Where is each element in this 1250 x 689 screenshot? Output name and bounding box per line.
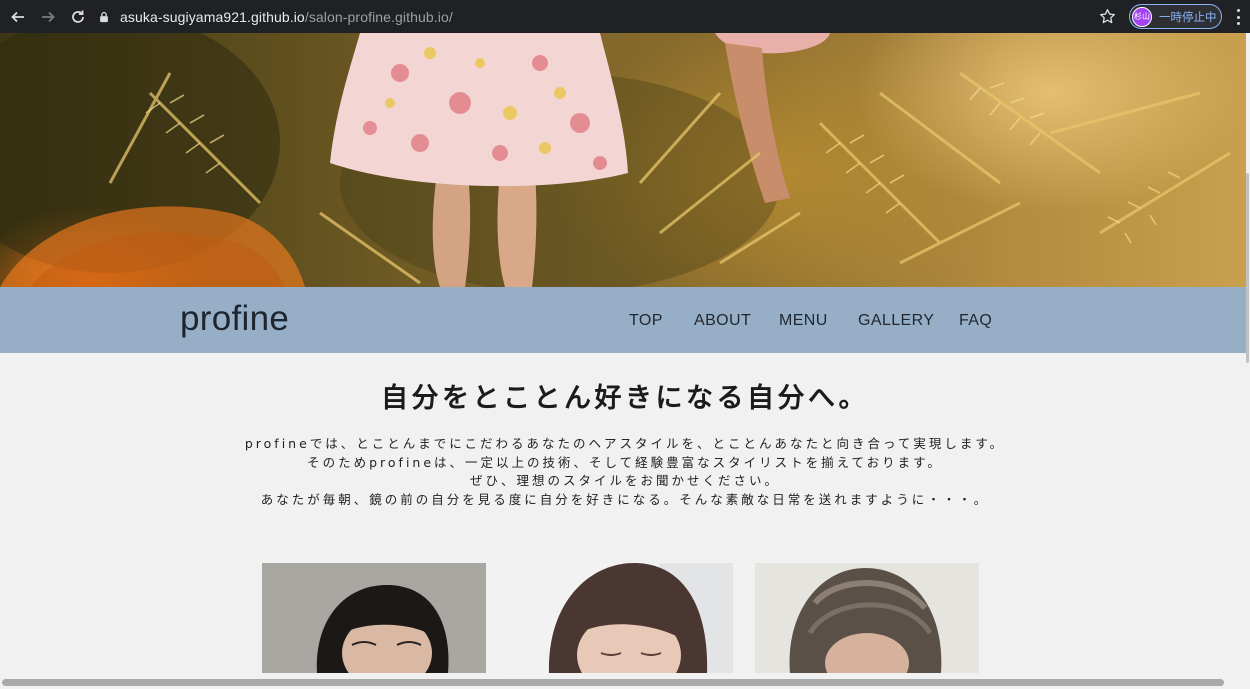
site-logo[interactable]: profine [180, 299, 289, 339]
vertical-scrollbar[interactable] [1246, 33, 1250, 677]
reload-icon [72, 10, 84, 23]
bookmark-star-icon[interactable] [1099, 8, 1116, 25]
intro-line: ぜひ、理想のスタイルをお聞かせください。 [469, 473, 780, 488]
profile-status-label: 一時停止中 [1159, 9, 1217, 24]
avatar: 杉山 [1132, 6, 1152, 27]
intro-line: あなたが毎朝、鏡の前の自分を見る度に自分を好きになる。そんな素敵な日常を送れます… [260, 491, 990, 507]
gallery-strip [0, 563, 1250, 683]
nav-link-gallery[interactable]: GALLERY [858, 312, 959, 330]
forward-button[interactable] [34, 3, 62, 31]
reload-button[interactable] [64, 3, 92, 31]
nav-link-menu[interactable]: MENU [779, 312, 858, 330]
back-button[interactable] [4, 3, 32, 31]
main-nav: TOP ABOUT MENU GALLERY FAQ [629, 312, 999, 330]
url-host: asuka-sugiyama921.github.io [120, 8, 305, 25]
model-photo-2[interactable] [509, 563, 733, 673]
browser-toolbar: asuka-sugiyama921.github.io/salon-profin… [0, 0, 1250, 33]
nav-link-about[interactable]: ABOUT [694, 312, 779, 330]
site-header: profine TOP ABOUT MENU GALLERY FAQ [0, 287, 1250, 353]
url-text: asuka-sugiyama921.github.io/salon-profin… [120, 9, 453, 25]
page-headline: 自分をとことん好きになる自分へ。 [381, 383, 869, 414]
vertical-scroll-thumb[interactable] [1246, 173, 1249, 363]
model-photo-3[interactable] [755, 563, 979, 673]
profile-button[interactable]: 杉山 一時停止中 [1129, 4, 1222, 29]
intro-line: そのためprofineは、一定以上の技術、そして経験豊富なスタイリストを揃えてお… [307, 454, 943, 470]
more-options-icon[interactable] [1231, 7, 1245, 27]
nav-link-faq[interactable]: FAQ [959, 312, 999, 330]
intro-text: profineでは、とことんまでにこだわるあなたのヘアスタイルを、とことんあなた… [0, 435, 1250, 509]
address-bar[interactable]: asuka-sugiyama921.github.io/salon-profin… [92, 3, 1122, 30]
arrow-right-icon [42, 11, 55, 22]
horizontal-scroll-thumb[interactable] [2, 679, 1224, 686]
nav-link-top[interactable]: TOP [629, 312, 694, 330]
intro-line: profineでは、とことんまでにこだわるあなたのヘアスタイルを、とことんあなた… [244, 436, 1006, 451]
lock-icon [98, 10, 112, 24]
arrow-left-icon [11, 11, 24, 22]
url-path: /salon-profine.github.io/ [304, 8, 453, 25]
hero-image [0, 33, 1250, 287]
model-photo-1[interactable] [262, 563, 486, 673]
horizontal-scrollbar[interactable] [0, 677, 1250, 689]
